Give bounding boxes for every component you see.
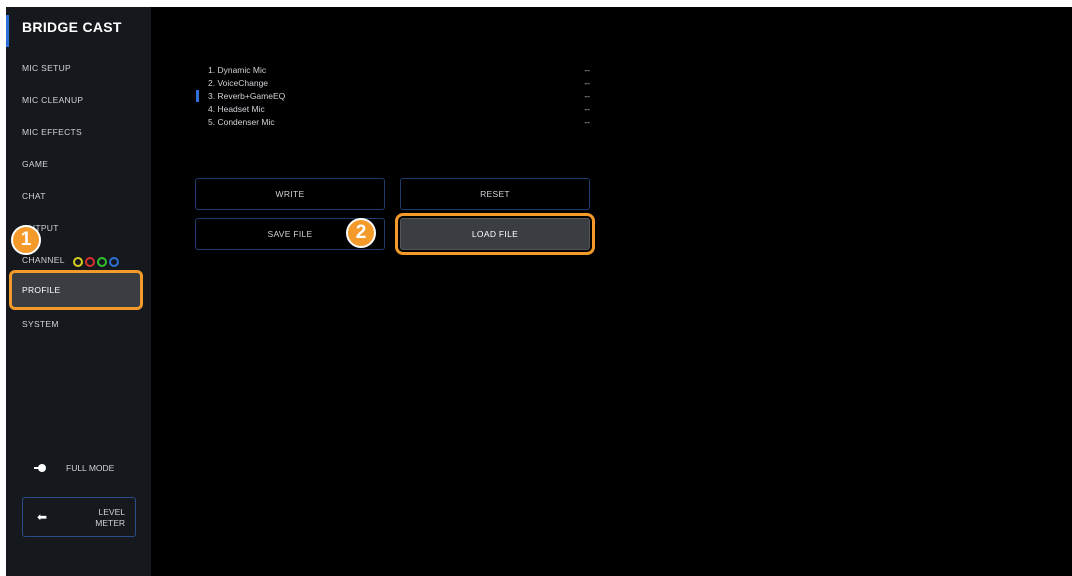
app-window: BRIDGE CAST MIC SETUP MIC CLEANUP MIC EF… xyxy=(6,7,1072,576)
sidebar-item-system[interactable]: SYSTEM xyxy=(22,314,142,334)
sidebar-item-mic-setup[interactable]: MIC SETUP xyxy=(22,58,142,78)
write-button[interactable]: WRITE xyxy=(195,178,385,210)
sidebar-item-chat[interactable]: CHAT xyxy=(22,186,142,206)
channel-rings xyxy=(73,251,121,271)
sidebar-item-game[interactable]: GAME xyxy=(22,154,142,174)
profile-list: 1. Dynamic Mic -- 2. VoiceChange -- 3. R… xyxy=(196,62,598,130)
full-mode-toggle[interactable]: FULL MODE xyxy=(34,462,144,476)
channel-ring-icon xyxy=(109,256,120,267)
sidebar-item-mic-cleanup[interactable]: MIC CLEANUP xyxy=(22,90,142,110)
step-marker-1: 1 xyxy=(11,225,41,255)
arrow-left-icon: ⬅ xyxy=(37,510,48,524)
sidebar-item-mic-effects[interactable]: MIC EFFECTS xyxy=(22,122,142,142)
sidebar: BRIDGE CAST MIC SETUP MIC CLEANUP MIC EF… xyxy=(6,7,151,576)
app-title: BRIDGE CAST xyxy=(22,19,122,35)
level-meter-label: LEVEL METER xyxy=(95,507,125,528)
channel-ring-icon xyxy=(85,256,96,267)
toggle-icon xyxy=(34,464,46,472)
load-file-button[interactable]: LOAD FILE xyxy=(395,213,595,255)
selection-indicator xyxy=(196,90,199,102)
brand-accent-bar xyxy=(6,15,9,47)
profile-item[interactable]: 5. Condenser Mic -- xyxy=(208,114,598,130)
channel-ring-icon xyxy=(97,256,108,267)
level-meter-button[interactable]: ⬅ LEVEL METER xyxy=(22,497,136,537)
sidebar-item-profile[interactable]: PROFILE xyxy=(9,270,143,310)
sidebar-item-channel[interactable]: CHANNEL xyxy=(22,250,142,270)
reset-button[interactable]: RESET xyxy=(400,178,590,210)
channel-ring-icon xyxy=(73,256,84,267)
step-marker-2: 2 xyxy=(346,218,376,248)
